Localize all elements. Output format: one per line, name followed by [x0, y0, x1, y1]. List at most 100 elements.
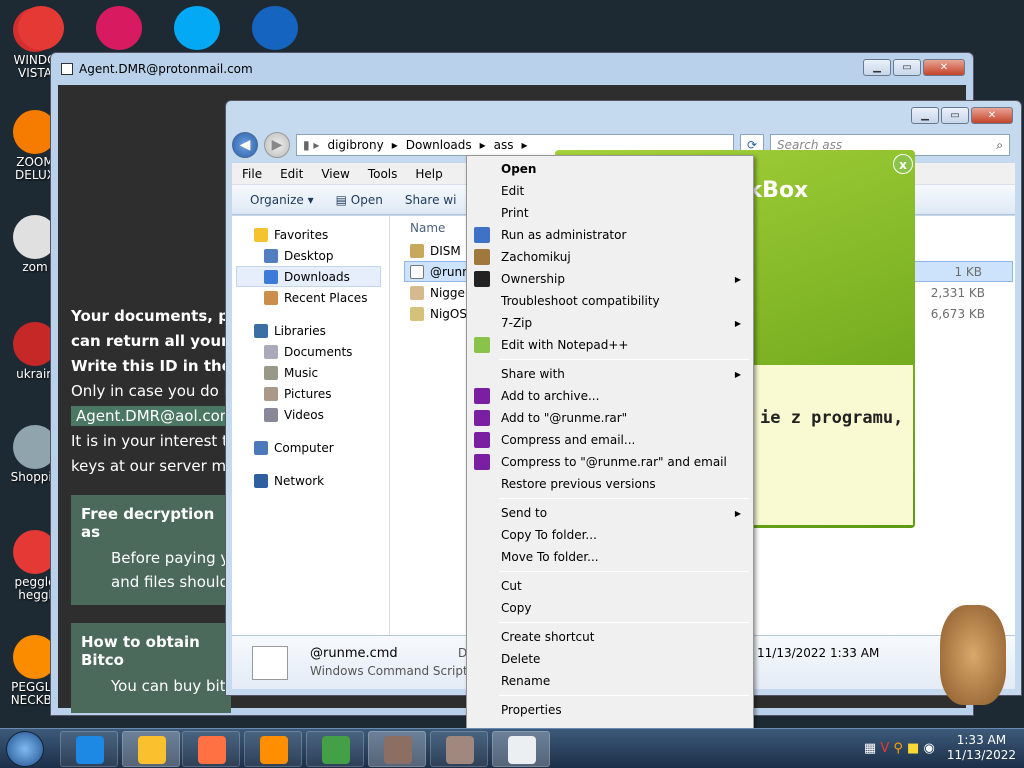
maximize-button[interactable]: ▭: [941, 107, 969, 124]
ad-text: ie z programu,: [760, 408, 904, 428]
context-menu-item[interactable]: Troubleshoot compatibility: [469, 290, 751, 312]
breadcrumb-item[interactable]: ass: [494, 138, 514, 152]
taskbar-button[interactable]: [60, 731, 118, 767]
iso-file-icon: [410, 306, 424, 321]
context-menu-item[interactable]: Ownership ▶: [469, 268, 751, 290]
box-line: and files should n: [111, 573, 244, 591]
folder-icon: ▮ ▸: [303, 138, 320, 152]
context-menu-item[interactable]: Create shortcut: [469, 626, 751, 648]
menu-item-label: Troubleshoot compatibility: [501, 294, 660, 308]
nav-pictures[interactable]: Pictures: [232, 383, 389, 404]
organize-button[interactable]: Organize ▾: [250, 193, 314, 207]
forward-button[interactable]: ▶: [264, 132, 290, 158]
ransom-line: keys at our server more: [71, 457, 251, 475]
taskbar-button[interactable]: [244, 731, 302, 767]
ransom-line: can return all your fi: [71, 332, 245, 350]
nav-libraries[interactable]: Libraries: [232, 320, 389, 341]
details-filename: @runme.cmd: [310, 646, 398, 661]
menu-item-label: Properties: [501, 703, 562, 717]
context-menu-item[interactable]: Print: [469, 202, 751, 224]
search-icon: ⌕: [996, 137, 1003, 152]
taskbar-button[interactable]: [430, 731, 488, 767]
ransom-window-title: Agent.DMR@protonmail.com: [79, 62, 253, 76]
submenu-arrow-icon: ▶: [734, 274, 741, 284]
nav-favorites[interactable]: Favorites: [232, 224, 389, 245]
maximize-button[interactable]: ▭: [893, 59, 921, 76]
ransom-title-bar[interactable]: Agent.DMR@protonmail.com: [51, 53, 973, 85]
ransom-line: It is in your interest to r: [71, 432, 249, 450]
chomikbox-icon: [384, 736, 412, 764]
minimize-button[interactable]: ▁: [911, 107, 939, 124]
menu-item-label: Edit: [501, 184, 525, 198]
cmd-icon: [474, 271, 490, 287]
context-menu-item[interactable]: Share with ▶: [469, 363, 751, 385]
taskbar-button[interactable]: [182, 731, 240, 767]
menu-edit[interactable]: Edit: [280, 167, 303, 181]
free-decryption-box: Free decryption as Before paying you and…: [71, 495, 248, 605]
context-menu-item[interactable]: Rename: [469, 670, 751, 692]
context-menu-item[interactable]: 7-Zip ▶: [469, 312, 751, 334]
winrar-icon: [474, 454, 490, 470]
context-menu-item[interactable]: Open: [469, 158, 751, 180]
close-button[interactable]: ✕: [971, 107, 1013, 124]
nav-videos[interactable]: Videos: [232, 404, 389, 425]
menu-tools[interactable]: Tools: [368, 167, 398, 181]
taskbar-button[interactable]: [492, 731, 550, 767]
nav-computer[interactable]: Computer: [232, 437, 389, 458]
nav-desktop[interactable]: Desktop: [232, 245, 389, 266]
context-menu-item[interactable]: Run as administrator: [469, 224, 751, 246]
menu-item-label: Compress and email...: [501, 433, 636, 447]
close-icon[interactable]: x: [893, 154, 913, 174]
context-menu-item[interactable]: Add to "@runme.rar": [469, 407, 751, 429]
breadcrumb-item[interactable]: Downloads: [406, 138, 472, 152]
navigation-pane: Favorites Desktop Downloads Recent Place…: [232, 216, 390, 635]
hamster-app-icon: [446, 736, 474, 764]
context-menu-item[interactable]: Properties: [469, 699, 751, 721]
shortcut-label: zom: [22, 260, 48, 274]
context-menu-item[interactable]: Move To folder...: [469, 546, 751, 568]
pinball-icon[interactable]: [18, 6, 64, 50]
breadcrumb-item[interactable]: digibrony: [327, 138, 383, 152]
context-menu-item[interactable]: Restore previous versions: [469, 473, 751, 495]
taskbar-button[interactable]: [122, 731, 180, 767]
ransom-app-icon: [508, 736, 536, 764]
peggle-p-icon[interactable]: [96, 6, 142, 50]
menu-file[interactable]: File: [242, 167, 262, 181]
clock[interactable]: 1:33 AM 11/13/2022: [947, 733, 1016, 763]
nav-downloads[interactable]: Downloads: [236, 266, 381, 287]
start-button[interactable]: [6, 731, 44, 767]
taskbar-button[interactable]: [368, 731, 426, 767]
context-menu-item[interactable]: Edit with Notepad++: [469, 334, 751, 356]
context-menu-item[interactable]: Compress to "@runme.rar" and email: [469, 451, 751, 473]
nav-network[interactable]: Network: [232, 470, 389, 491]
menu-help[interactable]: Help: [415, 167, 442, 181]
context-menu-item[interactable]: Edit: [469, 180, 751, 202]
context-menu-item[interactable]: Add to archive...: [469, 385, 751, 407]
share-with-button[interactable]: Share wi: [405, 193, 457, 207]
context-menu-item[interactable]: Send to ▶: [469, 502, 751, 524]
tray-icons[interactable]: ▦ V ⚲ ■ ◉: [864, 741, 935, 756]
network-icon: [254, 473, 268, 488]
context-menu-item[interactable]: Copy: [469, 597, 751, 619]
ransom-line: Your documents, pho: [71, 307, 250, 325]
details-type: Windows Command Script: [310, 664, 468, 678]
open-button[interactable]: ▤ Open: [336, 193, 383, 207]
context-menu-item[interactable]: Copy To folder...: [469, 524, 751, 546]
recent-places-icon: [264, 290, 278, 305]
skype-icon[interactable]: [174, 6, 220, 50]
context-menu-item[interactable]: Zachomikuj: [469, 246, 751, 268]
nav-documents[interactable]: Documents: [232, 341, 389, 362]
menu-item-label: Copy To folder...: [501, 528, 597, 542]
globe-icon[interactable]: [252, 6, 298, 50]
context-menu-item[interactable]: Cut: [469, 575, 751, 597]
context-menu-item[interactable]: Compress and email...: [469, 429, 751, 451]
context-menu-item[interactable]: Delete: [469, 648, 751, 670]
taskbar-button[interactable]: [306, 731, 364, 767]
back-button[interactable]: ◀: [232, 132, 258, 158]
menu-view[interactable]: View: [321, 167, 349, 181]
minimize-button[interactable]: ▁: [863, 59, 891, 76]
close-button[interactable]: ✕: [923, 59, 965, 76]
nav-recent-places[interactable]: Recent Places: [232, 287, 389, 308]
nav-music[interactable]: Music: [232, 362, 389, 383]
menu-item-label: Edit with Notepad++: [501, 338, 629, 352]
